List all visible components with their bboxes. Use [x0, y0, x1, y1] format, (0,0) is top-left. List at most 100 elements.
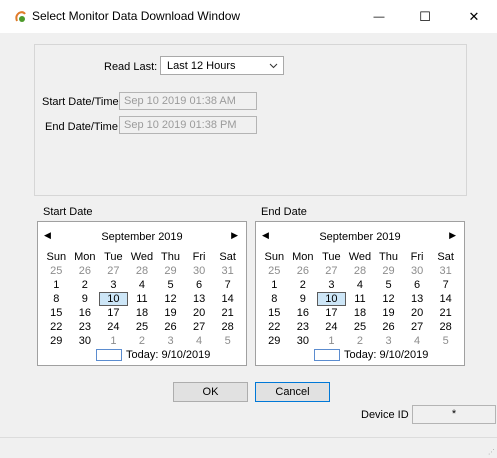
calendar-day[interactable]: 23	[71, 320, 100, 334]
calendar-day[interactable]: 25	[346, 320, 375, 334]
calendar-day[interactable]: 25	[42, 264, 71, 278]
calendar-day[interactable]: 29	[42, 334, 71, 348]
calendar-day[interactable]: 2	[289, 278, 318, 292]
calendar-day[interactable]: 11	[346, 292, 375, 306]
calendar-day[interactable]: 4	[346, 278, 375, 292]
start-datetime-field[interactable]: Sep 10 2019 01:38 AM	[119, 92, 257, 110]
calendar-day[interactable]: 12	[374, 292, 403, 306]
calendar-day[interactable]: 21	[431, 306, 460, 320]
calendar-day[interactable]: 26	[374, 320, 403, 334]
calendar-day[interactable]: 1	[42, 278, 71, 292]
calendar-day[interactable]: 5	[374, 278, 403, 292]
ok-button[interactable]: OK	[173, 382, 248, 402]
calendar-day[interactable]: 21	[213, 306, 242, 320]
calendar-day-selected[interactable]: 10	[99, 292, 128, 306]
calendar-day[interactable]: 30	[185, 264, 214, 278]
start-calendar[interactable]: ◀ September 2019 ▶ Sun Mon Tue Wed Thu Fri Sat…	[37, 221, 247, 366]
calendar-day[interactable]: 25	[128, 320, 157, 334]
calendar-month-title[interactable]: September 2019	[256, 231, 464, 243]
calendar-day[interactable]: 28	[431, 320, 460, 334]
calendar-day[interactable]: 30	[403, 264, 432, 278]
calendar-day[interactable]: 28	[346, 264, 375, 278]
calendar-day[interactable]: 13	[185, 292, 214, 306]
calendar-day[interactable]: 31	[213, 264, 242, 278]
calendar-day[interactable]: 1	[99, 334, 128, 348]
calendar-day[interactable]: 7	[213, 278, 242, 292]
calendar-day[interactable]: 19	[374, 306, 403, 320]
calendar-day[interactable]: 20	[403, 306, 432, 320]
calendar-day[interactable]: 1	[317, 334, 346, 348]
calendar-day[interactable]: 4	[403, 334, 432, 348]
calendar-day[interactable]: 3	[156, 334, 185, 348]
calendar-day[interactable]: 1	[260, 278, 289, 292]
calendar-day[interactable]: 23	[289, 320, 318, 334]
calendar-day[interactable]: 2	[71, 278, 100, 292]
calendar-day[interactable]: 9	[71, 292, 100, 306]
calendar-day[interactable]: 3	[317, 278, 346, 292]
calendar-day[interactable]: 14	[431, 292, 460, 306]
maximize-button[interactable]: ☐	[402, 0, 448, 33]
read-last-dropdown[interactable]: Last 12 Hours	[160, 56, 284, 75]
calendar-day[interactable]: 29	[260, 334, 289, 348]
calendar-day[interactable]: 22	[42, 320, 71, 334]
calendar-day[interactable]: 27	[317, 264, 346, 278]
end-calendar[interactable]: ◀ September 2019 ▶ Sun Mon Tue Wed Thu Fri Sat…	[255, 221, 465, 366]
calendar-day[interactable]: 8	[42, 292, 71, 306]
calendar-day[interactable]: 3	[99, 278, 128, 292]
calendar-day[interactable]: 15	[42, 306, 71, 320]
calendar-day[interactable]: 13	[403, 292, 432, 306]
next-month-icon[interactable]: ▶	[449, 230, 456, 241]
calendar-day[interactable]: 31	[431, 264, 460, 278]
calendar-day[interactable]: 5	[156, 278, 185, 292]
calendar-day[interactable]: 3	[374, 334, 403, 348]
calendar-day[interactable]: 26	[289, 264, 318, 278]
calendar-day[interactable]: 16	[289, 306, 318, 320]
calendar-month-title[interactable]: September 2019	[38, 231, 246, 243]
device-id-field[interactable]: *	[412, 405, 496, 424]
calendar-today[interactable]: Today: 9/10/2019	[314, 349, 428, 361]
calendar-day[interactable]: 27	[99, 264, 128, 278]
next-month-icon[interactable]: ▶	[231, 230, 238, 241]
calendar-day[interactable]: 6	[185, 278, 214, 292]
calendar-day[interactable]: 26	[71, 264, 100, 278]
calendar-day[interactable]: 2	[128, 334, 157, 348]
calendar-day[interactable]: 27	[403, 320, 432, 334]
calendar-day[interactable]: 5	[431, 334, 460, 348]
calendar-day[interactable]: 18	[346, 306, 375, 320]
calendar-day[interactable]: 7	[431, 278, 460, 292]
calendar-day[interactable]: 6	[403, 278, 432, 292]
calendar-day[interactable]: 26	[156, 320, 185, 334]
calendar-day[interactable]: 12	[156, 292, 185, 306]
calendar-day[interactable]: 17	[99, 306, 128, 320]
cancel-button[interactable]: Cancel	[255, 382, 330, 402]
calendar-day[interactable]: 19	[156, 306, 185, 320]
calendar-day[interactable]: 5	[213, 334, 242, 348]
calendar-day[interactable]: 17	[317, 306, 346, 320]
calendar-day[interactable]: 29	[156, 264, 185, 278]
calendar-day[interactable]: 18	[128, 306, 157, 320]
calendar-day[interactable]: 14	[213, 292, 242, 306]
calendar-day[interactable]: 2	[346, 334, 375, 348]
calendar-day[interactable]: 15	[260, 306, 289, 320]
calendar-day[interactable]: 27	[185, 320, 214, 334]
calendar-day[interactable]: 8	[260, 292, 289, 306]
calendar-day[interactable]: 30	[289, 334, 318, 348]
end-datetime-field[interactable]: Sep 10 2019 01:38 PM	[119, 116, 257, 134]
calendar-day[interactable]: 20	[185, 306, 214, 320]
calendar-day[interactable]: 4	[185, 334, 214, 348]
calendar-day[interactable]: 29	[374, 264, 403, 278]
calendar-day[interactable]: 11	[128, 292, 157, 306]
calendar-day-selected[interactable]: 10	[317, 292, 346, 306]
resize-grip-icon[interactable]: ⋰	[488, 448, 495, 456]
calendar-day[interactable]: 24	[99, 320, 128, 334]
calendar-day[interactable]: 16	[71, 306, 100, 320]
calendar-day[interactable]: 25	[260, 264, 289, 278]
calendar-day[interactable]: 24	[317, 320, 346, 334]
calendar-day[interactable]: 22	[260, 320, 289, 334]
calendar-day[interactable]: 30	[71, 334, 100, 348]
calendar-day[interactable]: 28	[213, 320, 242, 334]
close-button[interactable]: ✕	[451, 0, 497, 33]
calendar-today[interactable]: Today: 9/10/2019	[96, 349, 210, 361]
calendar-day[interactable]: 28	[128, 264, 157, 278]
minimize-button[interactable]: —	[356, 0, 402, 33]
